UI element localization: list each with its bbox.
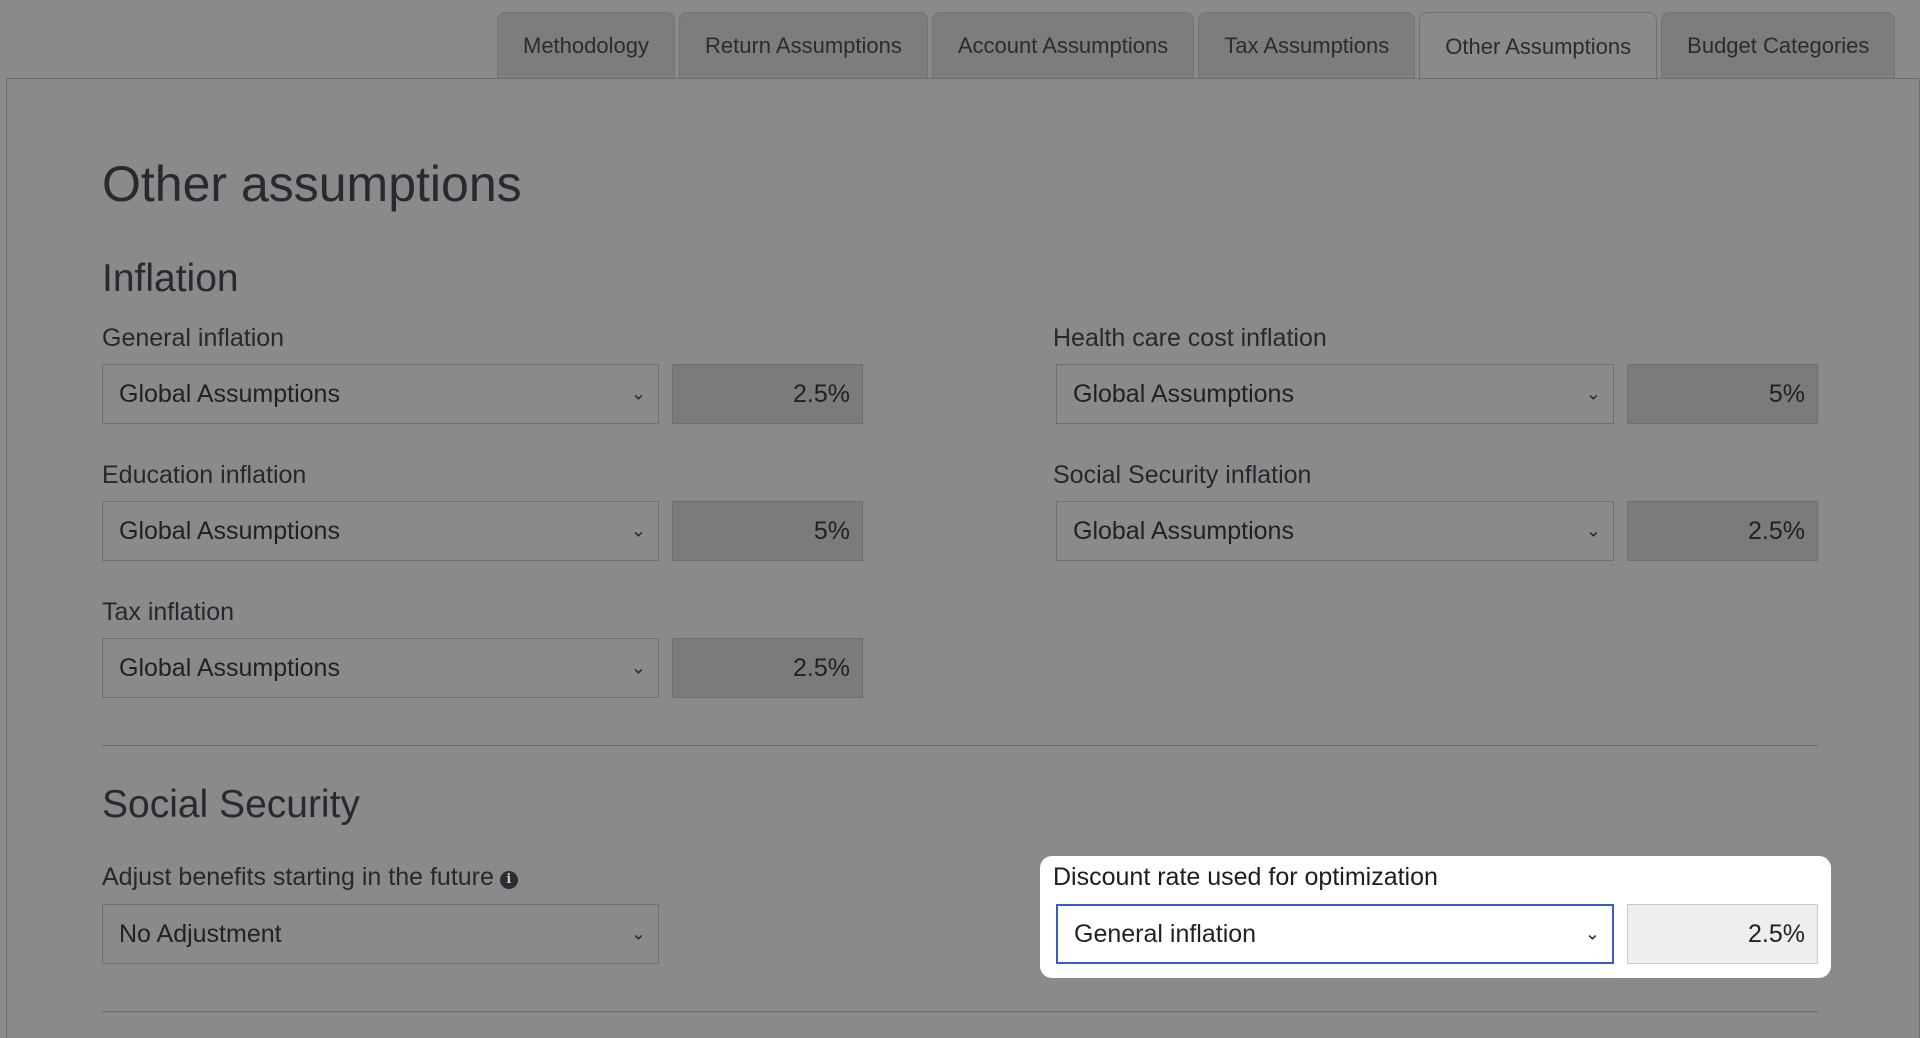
social-security-inflation-rate: 2.5% bbox=[1627, 501, 1818, 561]
discount-rate-label: Discount rate used for optimization bbox=[1053, 863, 1438, 891]
tab-bar: Methodology Return Assumptions Account A… bbox=[497, 12, 1896, 80]
adjust-benefits-select-value: No Adjustment bbox=[119, 919, 282, 948]
education-inflation-select-value: Global Assumptions bbox=[119, 516, 340, 545]
chevron-down-icon: ⌄ bbox=[1584, 923, 1600, 944]
info-icon[interactable]: i bbox=[499, 870, 518, 889]
tab-other-assumptions[interactable]: Other Assumptions bbox=[1419, 12, 1658, 80]
tab-tax-assumptions[interactable]: Tax Assumptions bbox=[1198, 12, 1416, 78]
tab-account-assumptions[interactable]: Account Assumptions bbox=[931, 12, 1195, 78]
chevron-down-icon: ⌄ bbox=[630, 923, 646, 944]
general-inflation-rate: 2.5% bbox=[672, 364, 863, 424]
tab-return-assumptions[interactable]: Return Assumptions bbox=[678, 12, 928, 78]
chevron-down-icon: ⌄ bbox=[630, 383, 646, 404]
health-care-inflation-label: Health care cost inflation bbox=[1053, 324, 1327, 352]
page-title: Other assumptions bbox=[102, 156, 522, 212]
tax-inflation-rate: 2.5% bbox=[672, 638, 863, 698]
discount-rate-select-value: General inflation bbox=[1074, 919, 1257, 948]
health-care-inflation-select-value: Global Assumptions bbox=[1073, 379, 1294, 408]
adjust-benefits-select[interactable]: No Adjustment ⌄ bbox=[102, 904, 659, 964]
tax-inflation-select-value: Global Assumptions bbox=[119, 653, 340, 682]
health-care-inflation-select[interactable]: Global Assumptions ⌄ bbox=[1056, 364, 1614, 424]
general-inflation-label: General inflation bbox=[102, 324, 285, 352]
chevron-down-icon: ⌄ bbox=[630, 520, 646, 541]
education-inflation-label: Education inflation bbox=[102, 461, 307, 489]
inflation-section-title: Inflation bbox=[102, 257, 239, 300]
chevron-down-icon: ⌄ bbox=[630, 657, 646, 678]
tab-methodology[interactable]: Methodology bbox=[497, 12, 675, 78]
social-security-inflation-select[interactable]: Global Assumptions ⌄ bbox=[1056, 501, 1614, 561]
chevron-down-icon: ⌄ bbox=[1585, 383, 1601, 404]
education-inflation-select[interactable]: Global Assumptions ⌄ bbox=[102, 501, 659, 561]
section-divider bbox=[102, 745, 1818, 746]
social-security-inflation-label: Social Security inflation bbox=[1053, 461, 1312, 489]
general-inflation-select-value: Global Assumptions bbox=[119, 379, 340, 408]
adjust-benefits-label-text: Adjust benefits starting in the future bbox=[102, 863, 494, 891]
education-inflation-rate: 5% bbox=[672, 501, 863, 561]
discount-rate-value: 2.5% bbox=[1627, 904, 1818, 964]
bottom-divider bbox=[102, 1011, 1818, 1012]
health-care-inflation-rate: 5% bbox=[1627, 364, 1818, 424]
tab-budget-categories[interactable]: Budget Categories bbox=[1661, 12, 1896, 78]
tax-inflation-select[interactable]: Global Assumptions ⌄ bbox=[102, 638, 659, 698]
tax-inflation-label: Tax inflation bbox=[102, 598, 235, 626]
social-security-inflation-select-value: Global Assumptions bbox=[1073, 516, 1294, 545]
chevron-down-icon: ⌄ bbox=[1585, 520, 1601, 541]
discount-rate-highlight: Discount rate used for optimization Gene… bbox=[1040, 856, 1831, 978]
discount-rate-select[interactable]: General inflation ⌄ bbox=[1056, 904, 1614, 964]
adjust-benefits-label: Adjust benefits starting in the future i bbox=[102, 863, 518, 892]
general-inflation-select[interactable]: Global Assumptions ⌄ bbox=[102, 364, 659, 424]
social-security-section-title: Social Security bbox=[102, 783, 360, 826]
